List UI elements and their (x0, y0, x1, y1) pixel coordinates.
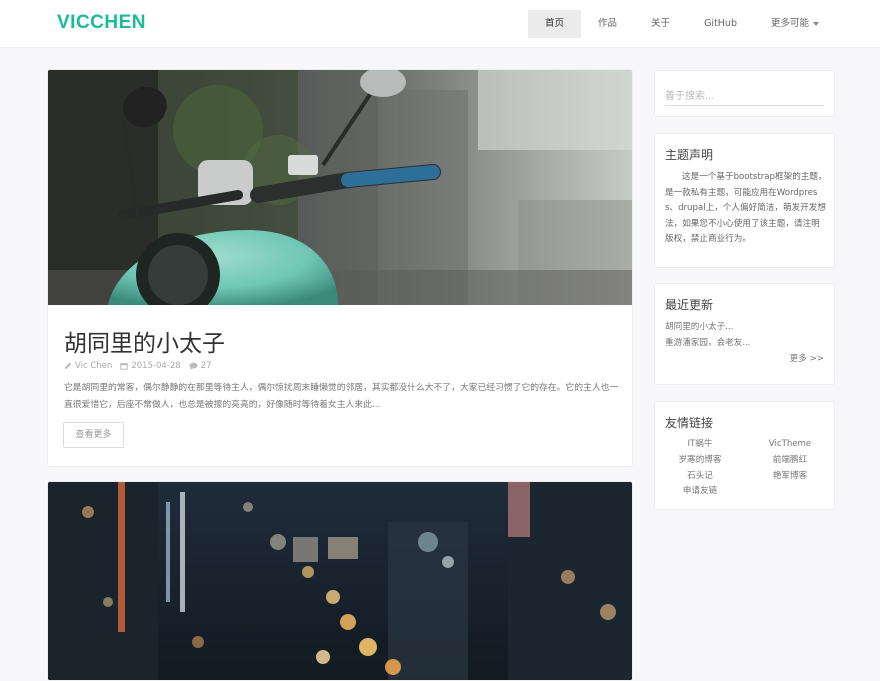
friend-link[interactable]: 艳军博客 (745, 469, 835, 485)
post-title[interactable]: 胡同里的小太子 (64, 324, 225, 358)
post-author[interactable]: Vic Chen (64, 361, 112, 371)
nav-item-about[interactable]: 关于 (634, 10, 687, 38)
post-comments[interactable]: 27 (189, 361, 212, 371)
friend-link[interactable]: VicTheme (745, 437, 835, 453)
scooter-photo (48, 70, 632, 305)
recent-updates-widget: 最近更新 胡同里的小太子... 重游潘家园，会老友... 更多 >> (654, 283, 835, 385)
post-date-text: 2015-04-28 (131, 361, 181, 371)
night-city-photo (48, 482, 632, 680)
nav-item-more-label: 更多可能 (770, 18, 809, 29)
apply-friend-link[interactable]: 申请友链 (655, 484, 745, 500)
nav-item-github[interactable]: GitHub (687, 10, 754, 38)
friend-links-widget: 友情链接 IT蜗牛 VicTheme 岁寒的博客 前端鹏红 石头记 艳军博客 申… (654, 401, 835, 510)
post-meta: Vic Chen 2015-04-28 27 (64, 361, 212, 371)
post-card: 胡同里的小太子 Vic Chen 2015-04-28 27 它是胡同里的常客，… (47, 69, 633, 467)
post-image-scooter[interactable] (48, 70, 632, 305)
post-author-name: Vic Chen (75, 361, 113, 371)
recent-more-link[interactable]: 更多 >> (790, 352, 824, 364)
search-input[interactable] (665, 87, 824, 106)
friend-link[interactable]: IT蜗牛 (655, 437, 745, 453)
post-excerpt: 它是胡同里的常客，偶尔静静的在那里等待主人，偶尔惊扰周末睡懒觉的邻居，其实都没什… (64, 383, 619, 410)
widget-title: 主题声明 (665, 148, 714, 162)
navbar: VICCHEN 首页 作品 关于 GitHub 更多可能 (0, 0, 880, 48)
friend-links-grid: IT蜗牛 VicTheme 岁寒的博客 前端鹏红 石头记 艳军博客 申请友链 (655, 437, 836, 500)
post-comment-count: 27 (200, 361, 212, 371)
widget-title: 最近更新 (665, 298, 714, 312)
friend-link[interactable]: 岁寒的博客 (655, 453, 745, 469)
nav-item-works[interactable]: 作品 (581, 10, 634, 38)
search-widget (654, 70, 835, 117)
friend-link[interactable]: 前端鹏红 (745, 453, 835, 469)
recent-item[interactable]: 胡同里的小太子... (665, 320, 751, 336)
recent-item[interactable]: 重游潘家园，会老友... (665, 336, 751, 352)
friend-link[interactable]: 石头记 (655, 469, 745, 485)
comment-icon (189, 362, 198, 370)
theme-statement-text: 这是一个基于bootstrap框架的主题，是一款私有主题，可能应用在Wordpr… (665, 172, 827, 244)
post-date: 2015-04-28 (120, 361, 181, 371)
nav-item-home[interactable]: 首页 (528, 10, 582, 38)
read-more-button[interactable]: 查看更多 (63, 422, 124, 448)
brand-logo[interactable]: VICCHEN (57, 12, 146, 34)
main-nav: 首页 作品 关于 GitHub 更多可能 (528, 10, 836, 38)
calendar-icon (120, 363, 128, 370)
theme-statement-widget: 主题声明 这是一个基于bootstrap框架的主题，是一款私有主题，可能应用在W… (654, 133, 835, 268)
post-image-night-city[interactable] (48, 482, 632, 680)
recent-list: 胡同里的小太子... 重游潘家园，会老友... (665, 320, 751, 351)
caret-down-icon (813, 21, 819, 26)
post-card (47, 481, 633, 681)
nav-item-more-dropdown[interactable]: 更多可能 (754, 10, 836, 38)
widget-title: 友情链接 (665, 416, 714, 430)
pencil-icon (64, 362, 72, 370)
